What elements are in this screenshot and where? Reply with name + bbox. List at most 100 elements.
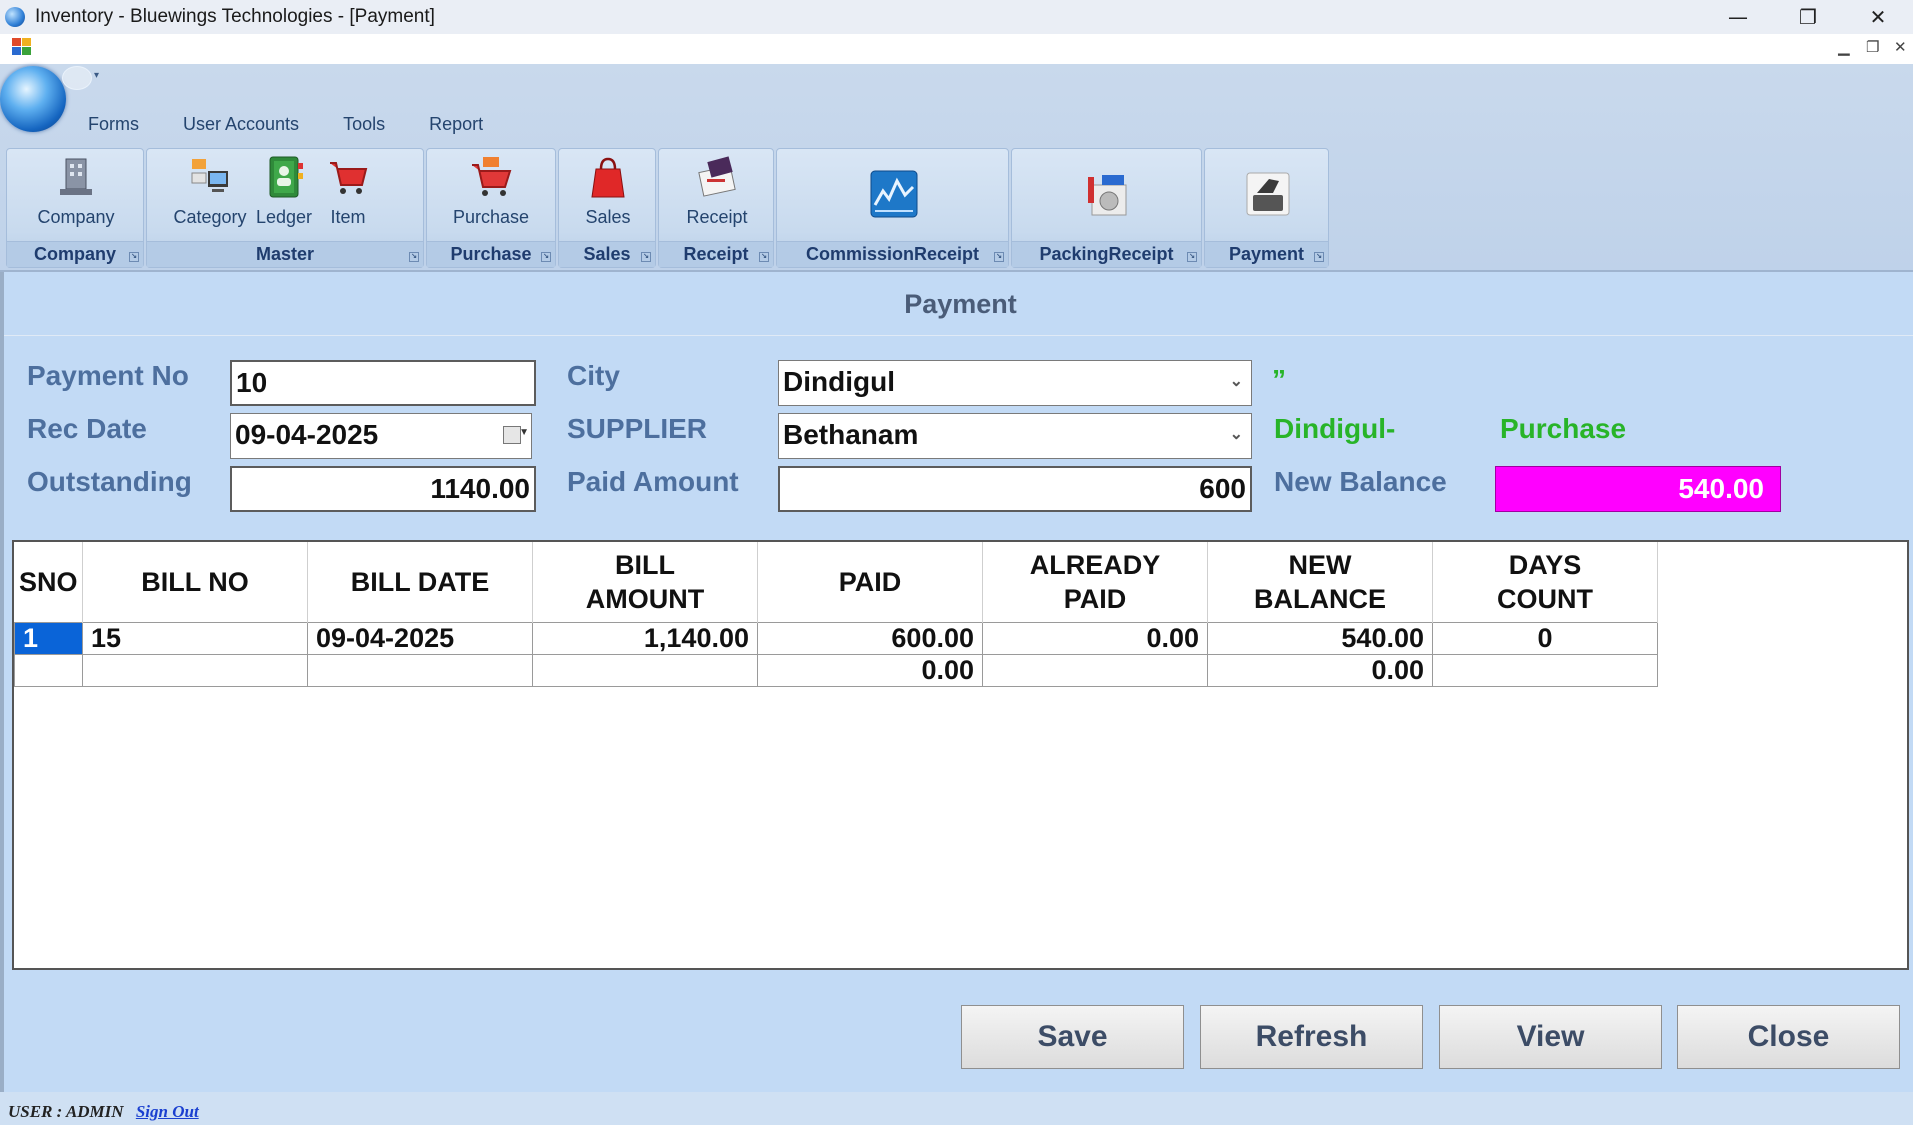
supplier-city-info: Dindigul- [1274,413,1396,444]
dialog-launcher-icon[interactable]: ↘ [759,252,769,262]
qat-dropdown-icon[interactable]: ▾ [94,70,99,81]
cell-bill-amount[interactable] [532,653,758,687]
mdi-close-button[interactable]: ✕ [1894,38,1907,56]
supplier-select[interactable]: Bethanam ⌄ [778,413,1252,459]
group-purchase-title: Purchase [450,244,532,264]
mdi-child-strip: ▁ ❐ ✕ [0,34,1913,64]
mdi-restore-button[interactable]: ❐ [1866,38,1879,56]
current-user-label: USER : ADMIN [8,1102,124,1121]
col-header-bill-date[interactable]: BILL DATE [307,542,533,622]
company-building-icon [54,155,98,199]
cell-sno[interactable]: 1 [14,621,83,655]
cell-already-paid[interactable]: 0.00 [982,621,1208,655]
col-header-paid[interactable]: PAID [757,542,983,622]
dialog-launcher-icon[interactable]: ↘ [641,252,651,262]
purchase-button[interactable]: Purchase [451,151,531,237]
maximize-button[interactable]: ❐ [1773,0,1843,34]
cell-bill-amount[interactable]: 1,140.00 [532,621,758,655]
close-button[interactable]: Close [1677,1005,1900,1069]
group-company: Company Company ↘ [6,148,144,268]
refresh-button[interactable]: Refresh [1200,1005,1423,1069]
category-button-label: Category [173,207,247,227]
ledger-button-label: Ledger [255,207,313,227]
cell-paid[interactable]: 0.00 [757,653,983,687]
company-button[interactable]: Company [36,151,116,237]
dialog-launcher-icon[interactable]: ↘ [409,252,419,262]
group-packing-label: PackingReceipt ↘ [1012,241,1201,267]
rec-date-picker[interactable]: 09-04-2025 ▼ [230,413,532,459]
group-purchase: Purchase Purchase ↘ [426,148,556,268]
cell-sno[interactable] [14,653,83,687]
bills-grid[interactable]: SNO BILL NO BILL DATE BILL AMOUNT PAID A… [12,540,1909,970]
info-quote-mark: ” [1272,364,1286,395]
table-row[interactable]: 1 15 09-04-2025 1,140.00 600.00 0.00 540… [14,621,1658,655]
group-payment-title: Payment [1228,244,1305,264]
city-value: Dindigul [783,366,895,397]
cell-new-balance[interactable]: 540.00 [1207,621,1433,655]
dialog-launcher-icon[interactable]: ↘ [1314,252,1324,262]
group-commission-receipt[interactable]: CommissionReceipt ↘ [776,148,1009,268]
dialog-launcher-icon[interactable]: ↘ [994,252,1004,262]
col-header-bill-no[interactable]: BILL NO [82,542,308,622]
col-header-new-balance[interactable]: NEW BALANCE [1207,542,1433,622]
child-window-icon[interactable] [12,38,32,56]
receipt-button[interactable]: Receipt [677,151,757,237]
close-window-button[interactable]: ✕ [1843,0,1913,34]
col-header-sno[interactable]: SNO [14,542,83,622]
group-payment[interactable]: Payment ↘ [1204,148,1329,268]
tab-user-accounts[interactable]: User Accounts [183,114,299,135]
cell-paid[interactable]: 600.00 [757,621,983,655]
quick-access-toolbar[interactable] [62,66,92,90]
receipt-icon [695,155,739,199]
cell-already-paid[interactable] [982,653,1208,687]
cell-bill-no[interactable] [82,653,308,687]
tab-forms[interactable]: Forms [88,114,139,135]
group-packing-title: PackingReceipt [1039,244,1174,264]
group-commission-title: CommissionReceipt [805,244,980,264]
save-button[interactable]: Save [961,1005,1184,1069]
rec-date-label: Rec Date [27,413,147,444]
col-header-bill-amount[interactable]: BILL AMOUNT [532,542,758,622]
window-title: Inventory - Bluewings Technologies - [Pa… [35,6,435,27]
group-packing-receipt[interactable]: PackingReceipt ↘ [1011,148,1202,268]
cell-bill-no[interactable]: 15 [82,621,308,655]
city-select[interactable]: Dindigul ⌄ [778,360,1252,406]
application-orb-icon[interactable] [0,66,66,132]
col-header-days-count[interactable]: DAYS COUNT [1432,542,1658,622]
payment-no-field[interactable]: 10 [230,360,536,406]
sales-button[interactable]: Sales [568,151,648,237]
new-balance-label: New Balance [1274,466,1447,497]
cell-new-balance[interactable]: 0.00 [1207,653,1433,687]
sales-button-label: Sales [585,207,631,227]
item-button[interactable]: Item [313,151,383,237]
dialog-launcher-icon[interactable]: ↘ [129,252,139,262]
cell-bill-date[interactable]: 09-04-2025 [307,621,533,655]
dialog-launcher-icon[interactable]: ↘ [541,252,551,262]
col-header-already-paid[interactable]: ALREADY PAID [982,542,1208,622]
payment-no-label: Payment No [27,360,189,391]
minimize-button[interactable]: — [1703,0,1773,34]
chevron-down-icon[interactable]: ▼ [519,428,529,438]
chevron-down-icon[interactable]: ⌄ [1230,414,1243,456]
category-button[interactable]: Category [170,151,250,237]
table-row[interactable]: 0.00 0.00 [14,653,1658,687]
mdi-minimize-button[interactable]: ▁ [1838,38,1850,56]
ribbon-tabs: Forms User Accounts Tools Report [88,114,527,135]
item-button-label: Item [330,207,366,227]
dialog-launcher-icon[interactable]: ↘ [1187,252,1197,262]
tab-report[interactable]: Report [429,114,483,135]
view-button[interactable]: View [1439,1005,1662,1069]
cell-days-count[interactable]: 0 [1432,621,1658,655]
tab-tools[interactable]: Tools [343,114,385,135]
chevron-down-icon[interactable]: ⌄ [1230,361,1243,403]
group-receipt-title: Receipt [683,244,749,264]
group-master: Category Ledger Item Master ↘ [146,148,424,268]
ledger-button[interactable]: Ledger [249,151,319,237]
sign-out-link[interactable]: Sign Out [136,1102,199,1121]
cell-bill-date[interactable] [307,653,533,687]
group-receipt: Receipt Receipt ↘ [658,148,774,268]
shopping-cart-icon [326,155,370,199]
cell-days-count[interactable] [1432,653,1658,687]
paid-amount-field[interactable]: 600 [778,466,1252,512]
supplier-value: Bethanam [783,419,919,450]
